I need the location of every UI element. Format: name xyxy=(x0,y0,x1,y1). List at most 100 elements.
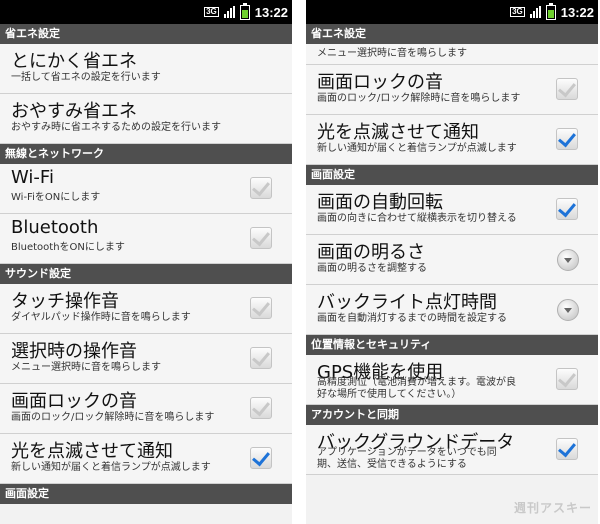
section-header: 省エネ設定 xyxy=(0,24,292,44)
checkmark-icon xyxy=(558,438,576,458)
settings-item[interactable]: 光を点滅させて通知 新しい通知が届くと着信ランプが点滅します xyxy=(0,434,292,484)
settings-item[interactable]: 画面の自動回転 画面の向きに合わせて縦横表示を切り替える xyxy=(306,185,598,235)
settings-item-summary: アプリケーションがデータをいつでも同 期、送信、受信できるようにする xyxy=(317,447,497,471)
checkbox-unchecked[interactable] xyxy=(250,347,272,369)
watermark-logo: 週刊アスキー xyxy=(513,501,592,515)
settings-item-summary: 画面を自動消灯するまでの時間を設定する xyxy=(317,313,507,325)
summary-line: Wi-FiをONにします xyxy=(11,192,101,203)
settings-item-title: 光を点滅させて通知 xyxy=(11,441,173,462)
checkbox-checked[interactable] xyxy=(556,198,578,220)
settings-item-title: 選択時の操作音 xyxy=(11,341,137,362)
status-clock: 13:22 xyxy=(254,4,288,20)
settings-item-summary: ダイヤルパッド操作時に音を鳴らします xyxy=(11,312,191,324)
checkmark-icon xyxy=(558,78,576,98)
checkbox-unchecked[interactable] xyxy=(250,397,272,419)
summary-line: メニュー選択時に音を鳴らします xyxy=(11,362,161,373)
right-phone-screen: 3G 13:22 省エネ設定メニュー選択時に音を鳴らします画面ロックの音 画面のロ… xyxy=(306,0,598,524)
settings-item[interactable]: メニュー選択時に音を鳴らします xyxy=(306,44,598,65)
settings-item[interactable]: とにかく省エネ 一括して省エネの設定を行います xyxy=(0,44,292,94)
checkmark-icon xyxy=(558,368,576,388)
checkbox-checked[interactable] xyxy=(250,447,272,469)
section-header: 画面設定 xyxy=(306,165,598,185)
section-header: 無線とネットワーク xyxy=(0,144,292,164)
settings-list: 省エネ設定メニュー選択時に音を鳴らします画面ロックの音 画面のロック/ロック解除時… xyxy=(306,24,598,475)
chevron-down-icon xyxy=(564,308,572,313)
checkbox-unchecked[interactable] xyxy=(556,368,578,390)
settings-item-summary: メニュー選択時に音を鳴らします xyxy=(317,48,467,60)
settings-item-summary: 新しい通知が届くと着信ランプが点滅します xyxy=(317,143,517,155)
summary-line: 好な場所で使用してください。） xyxy=(317,389,462,400)
checkbox-checked[interactable] xyxy=(556,438,578,460)
settings-item-summary: 新しい通知が届くと着信ランプが点滅します xyxy=(11,462,211,474)
section-header: 省エネ設定 xyxy=(306,24,598,44)
settings-item-summary: Wi-FiをONにします xyxy=(11,192,100,204)
settings-item-summary: メニュー選択時に音を鳴らします xyxy=(11,362,161,374)
settings-item-title: 画面ロックの音 xyxy=(317,72,443,93)
settings-item-title: 光を点滅させて通知 xyxy=(317,122,479,143)
summary-line: 画面を自動消灯するまでの時間を設定する xyxy=(317,313,507,324)
settings-item[interactable]: 画面の明るさ 画面の明るさを調整する xyxy=(306,235,598,285)
checkbox-checked[interactable] xyxy=(556,128,578,150)
checkmark-icon xyxy=(252,177,270,197)
network-type-3g-icon: 3G xyxy=(204,7,219,17)
settings-item-title: タッチ操作音 xyxy=(11,291,119,312)
summary-line: 新しい通知が届くと着信ランプが点滅します xyxy=(317,143,517,154)
dropdown-button[interactable] xyxy=(557,249,579,271)
summary-line: 期、送信、受信できるようにする xyxy=(317,459,467,470)
checkmark-icon xyxy=(252,347,270,367)
settings-item-summary: おやすみ時に省エネするための設定を行います xyxy=(11,122,221,134)
checkmark-icon xyxy=(558,198,576,218)
settings-item-summary: 画面の向きに合わせて縦横表示を切り替える xyxy=(317,213,517,225)
settings-item[interactable]: 画面ロックの音 画面のロック/ロック解除時に音を鳴らします xyxy=(0,384,292,434)
checkbox-unchecked[interactable] xyxy=(250,177,272,199)
settings-item[interactable]: GPS機能を使用 高精度測位（電池消費が増えます。電波が良 好な場所で使用してくださ… xyxy=(306,355,598,405)
settings-item[interactable]: Bluetooth BluetoothをONにします xyxy=(0,214,292,264)
checkmark-icon xyxy=(252,397,270,417)
settings-item[interactable]: Wi-Fi Wi-FiをONにします xyxy=(0,164,292,214)
checkbox-unchecked[interactable] xyxy=(250,227,272,249)
section-header: 画面設定 xyxy=(0,484,292,504)
settings-item[interactable]: 選択時の操作音 メニュー選択時に音を鳴らします xyxy=(0,334,292,384)
settings-item-summary: 画面の明るさを調整する xyxy=(317,263,427,275)
settings-item-summary: 一括して省エネの設定を行います xyxy=(11,72,161,84)
settings-item[interactable]: おやすみ省エネ おやすみ時に省エネするための設定を行います xyxy=(0,94,292,144)
status-bar: 3G 13:22 xyxy=(0,0,292,24)
signal-strength-icon xyxy=(223,6,235,18)
settings-item[interactable]: 光を点滅させて通知 新しい通知が届くと着信ランプが点滅します xyxy=(306,115,598,165)
settings-item-summary: 画面のロック/ロック解除時に音を鳴らします xyxy=(11,412,214,424)
status-clock: 13:22 xyxy=(560,4,594,20)
settings-item-title: とにかく省エネ xyxy=(11,51,137,72)
checkmark-icon xyxy=(252,297,270,317)
section-header: 位置情報とセキュリティ xyxy=(306,335,598,355)
summary-line: 画面の明るさを調整する xyxy=(317,263,427,274)
settings-item-summary: 画面のロック/ロック解除時に音を鳴らします xyxy=(317,93,520,105)
summary-line: 画面のロック/ロック解除時に音を鳴らします xyxy=(11,412,215,423)
dropdown-button[interactable] xyxy=(557,299,579,321)
settings-item[interactable]: タッチ操作音 ダイヤルパッド操作時に音を鳴らします xyxy=(0,284,292,334)
section-header: サウンド設定 xyxy=(0,264,292,284)
checkbox-unchecked[interactable] xyxy=(250,297,272,319)
battery-icon xyxy=(239,2,250,20)
settings-item-title: 画面の自動回転 xyxy=(317,192,443,213)
settings-item-title: 画面の明るさ xyxy=(317,242,425,263)
checkmark-icon xyxy=(252,227,270,247)
settings-item-title: バックライト点灯時間 xyxy=(317,292,497,313)
summary-line: 画面のロック/ロック解除時に音を鳴らします xyxy=(317,93,521,104)
settings-item[interactable]: バックライト点灯時間 画面を自動消灯するまでの時間を設定する xyxy=(306,285,598,335)
settings-item[interactable]: バックグラウンドデータ アプリケーションがデータをいつでも同 期、送信、受信できるよ… xyxy=(306,425,598,475)
summary-line: メニュー選択時に音を鳴らします xyxy=(317,48,467,59)
summary-line: 一括して省エネの設定を行います xyxy=(11,72,161,83)
status-bar: 3G 13:22 xyxy=(306,0,598,24)
summary-line: ダイヤルパッド操作時に音を鳴らします xyxy=(11,312,191,323)
summary-line: おやすみ時に省エネするための設定を行います xyxy=(11,122,221,133)
summary-line: 高精度測位（電池消費が増えます。電波が良 xyxy=(317,377,516,388)
settings-list: 省エネ設定 とにかく省エネ 一括して省エネの設定を行います おやすみ省エネ おやすみ時に… xyxy=(0,24,292,504)
summary-line: 画面の向きに合わせて縦横表示を切り替える xyxy=(317,213,517,224)
checkbox-unchecked[interactable] xyxy=(556,78,578,100)
battery-icon xyxy=(545,2,556,20)
settings-item[interactable]: 画面ロックの音 画面のロック/ロック解除時に音を鳴らします xyxy=(306,65,598,115)
summary-line: 新しい通知が届くと着信ランプが点滅します xyxy=(11,462,211,473)
summary-line: アプリケーションがデータをいつでも同 xyxy=(317,447,497,458)
signal-strength-icon xyxy=(529,6,541,18)
section-header: アカウントと同期 xyxy=(306,405,598,425)
